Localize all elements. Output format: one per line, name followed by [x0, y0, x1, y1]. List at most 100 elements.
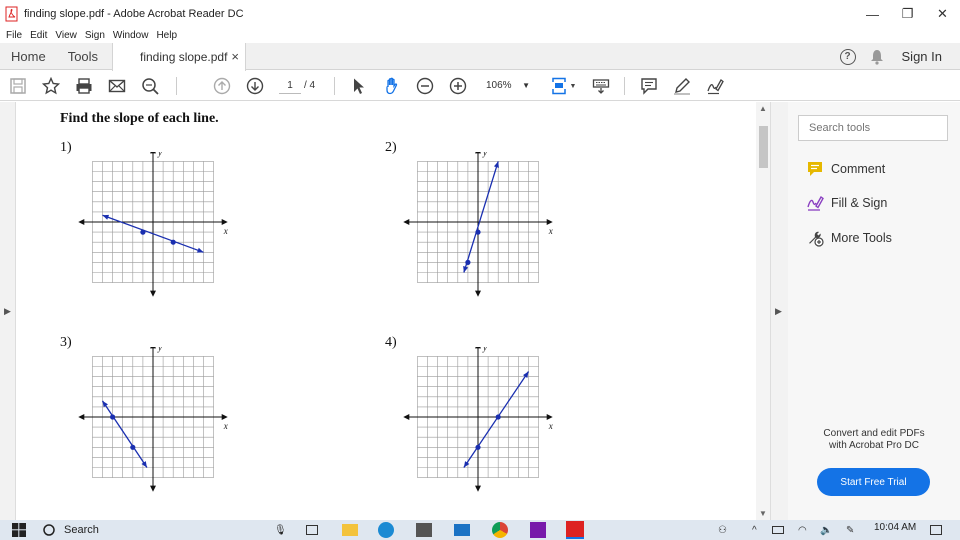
- sign-icon[interactable]: [705, 76, 725, 96]
- menu-edit[interactable]: Edit: [30, 30, 47, 41]
- document-viewer[interactable]: Find the slope of each line. 1) 2) 3) 4)…: [16, 102, 756, 520]
- x-axis-arrow: [403, 219, 410, 225]
- line-arrowhead: [196, 247, 204, 253]
- task-view-icon[interactable]: [306, 525, 318, 535]
- page-down-icon[interactable]: [245, 76, 265, 96]
- tab-bar: Home Tools finding slope.pdf × ? Sign In: [0, 43, 960, 71]
- save-icon[interactable]: [8, 76, 28, 96]
- onenote-icon[interactable]: [530, 522, 546, 538]
- menu-file[interactable]: File: [6, 30, 22, 41]
- scrollbar-thumb[interactable]: [759, 126, 768, 168]
- bookmark-star-icon[interactable]: [41, 76, 61, 96]
- x-axis-arrow: [78, 414, 85, 420]
- acrobat-pdf-icon: [5, 6, 18, 22]
- microphone-icon[interactable]: 🎙: [274, 525, 287, 536]
- menu-window[interactable]: Window: [113, 30, 149, 41]
- email-icon[interactable]: [107, 76, 127, 96]
- fit-page-icon[interactable]: [550, 76, 570, 96]
- tool-comment[interactable]: Comment: [806, 158, 885, 180]
- people-icon[interactable]: ⚇: [718, 525, 727, 536]
- notification-bell-icon[interactable]: [870, 49, 884, 65]
- hand-icon[interactable]: [382, 76, 402, 96]
- keyboard-icon[interactable]: [591, 76, 611, 96]
- maximize-button[interactable]: ❐: [890, 0, 925, 28]
- clock-time[interactable]: 10:04 AM: [874, 522, 916, 533]
- taskbar-search-label[interactable]: Search: [64, 524, 99, 536]
- y-axis-arrow: [475, 152, 481, 154]
- search-icon[interactable]: [42, 523, 56, 537]
- document-scrollbar[interactable]: ▲ ▼: [756, 102, 770, 520]
- problem-2-label: 2): [385, 140, 397, 155]
- page-number-input[interactable]: 1: [279, 78, 301, 94]
- zoom-in-icon[interactable]: [448, 76, 468, 96]
- pen-icon[interactable]: ✎: [846, 525, 854, 536]
- fill-sign-icon: [807, 195, 824, 211]
- search-tools-input[interactable]: [798, 115, 948, 141]
- print-icon[interactable]: [74, 76, 94, 96]
- comment-icon[interactable]: [639, 76, 659, 96]
- zoom-search-icon[interactable]: [140, 76, 160, 96]
- toolbar-divider: [176, 77, 177, 95]
- edge-icon[interactable]: [378, 522, 394, 538]
- tab-home[interactable]: Home: [0, 43, 57, 70]
- plotted-line: [463, 371, 530, 468]
- y-axis-label: y: [482, 152, 487, 157]
- menu-help[interactable]: Help: [156, 30, 177, 41]
- y-axis-label: y: [157, 347, 162, 352]
- show-hidden-icons-icon[interactable]: ^: [752, 525, 757, 536]
- notifications-icon[interactable]: [930, 525, 942, 535]
- menu-view[interactable]: View: [55, 30, 77, 41]
- right-panel-toggle[interactable]: ▶: [770, 102, 788, 520]
- minimize-button[interactable]: —: [855, 0, 890, 28]
- store-icon[interactable]: [416, 523, 432, 537]
- y-axis-arrow: [150, 347, 156, 349]
- scroll-down-icon[interactable]: ▼: [759, 509, 767, 518]
- line-arrowhead: [463, 265, 469, 273]
- select-cursor-icon[interactable]: [349, 76, 369, 96]
- line-arrowhead: [493, 161, 499, 168]
- windows-start-icon[interactable]: [12, 523, 26, 537]
- volume-icon[interactable]: 🔈: [820, 525, 832, 536]
- start-free-trial-button[interactable]: Start Free Trial: [817, 468, 930, 496]
- chrome-icon[interactable]: [492, 522, 508, 538]
- plotted-line: [463, 161, 499, 273]
- expand-left-arrow-icon: ▶: [4, 306, 11, 316]
- tab-document[interactable]: finding slope.pdf ×: [112, 43, 246, 71]
- help-icon[interactable]: ?: [839, 48, 856, 65]
- tab-tools[interactable]: Tools: [57, 43, 109, 70]
- graph-problem-1: xy: [78, 152, 228, 297]
- fit-page-dropdown-icon[interactable]: ▼: [568, 76, 578, 96]
- promo-text: Convert and edit PDFs with Acrobat Pro D…: [788, 428, 960, 452]
- acrobat-taskbar-icon[interactable]: [566, 521, 584, 539]
- zoom-out-icon[interactable]: [415, 76, 435, 96]
- x-axis-arrow: [221, 414, 228, 420]
- menu-bar: File Edit View Sign Window Help: [0, 28, 960, 42]
- x-axis-label: x: [223, 226, 228, 236]
- zoom-level-select[interactable]: 106% ▼: [486, 78, 532, 94]
- graph-problem-3: xy: [78, 347, 228, 492]
- document-tab-label: finding slope.pdf: [140, 50, 228, 64]
- file-explorer-icon[interactable]: [342, 524, 358, 536]
- sign-in-button[interactable]: Sign In: [902, 49, 942, 64]
- page-up-icon[interactable]: [212, 76, 232, 96]
- menu-sign[interactable]: Sign: [85, 30, 105, 41]
- problem-4-label: 4): [385, 335, 397, 350]
- line-arrowhead: [141, 461, 147, 468]
- highlight-pen-icon[interactable]: [672, 76, 692, 96]
- toolbar-divider: [624, 77, 625, 95]
- mail-icon[interactable]: [454, 524, 470, 536]
- y-axis-label: y: [157, 152, 162, 157]
- battery-icon[interactable]: [772, 526, 784, 534]
- tool-fill-sign[interactable]: Fill & Sign: [806, 192, 887, 214]
- plotted-point: [475, 229, 481, 235]
- tool-more-tools[interactable]: More Tools: [806, 227, 892, 249]
- plotted-point: [130, 444, 136, 450]
- wifi-icon[interactable]: ◠: [798, 525, 807, 536]
- document-tab-close-icon[interactable]: ×: [231, 49, 239, 64]
- close-window-button[interactable]: ✕: [925, 0, 960, 28]
- left-panel-toggle[interactable]: ▶: [0, 102, 16, 520]
- x-axis-arrow: [403, 414, 410, 420]
- promo-line-1: Convert and edit PDFs: [823, 428, 925, 439]
- y-axis-arrow: [475, 347, 481, 349]
- scroll-up-icon[interactable]: ▲: [759, 104, 767, 113]
